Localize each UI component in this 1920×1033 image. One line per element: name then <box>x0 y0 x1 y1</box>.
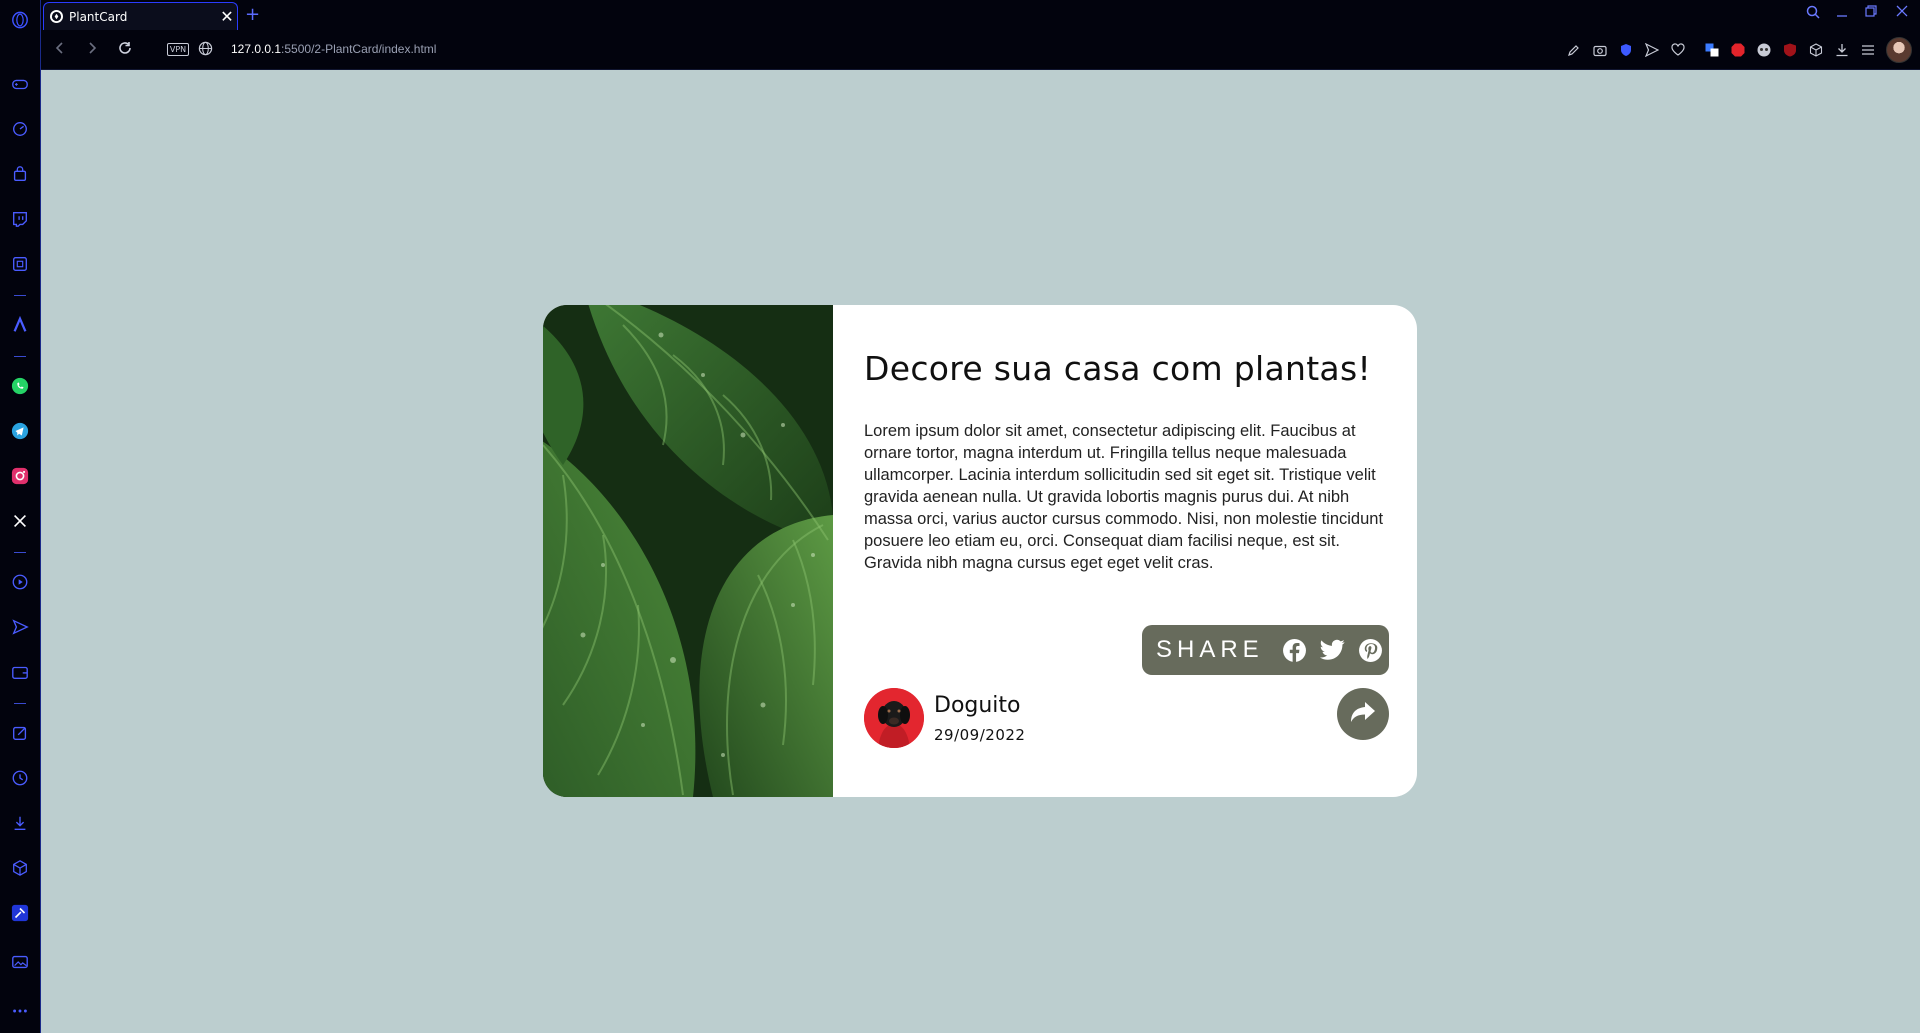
reload-icon[interactable] <box>117 40 133 60</box>
twitter-icon[interactable] <box>1320 637 1346 663</box>
heart-icon[interactable] <box>1670 42 1686 58</box>
profile-avatar[interactable] <box>1886 37 1912 63</box>
easy-setup-icon[interactable] <box>9 902 31 924</box>
site-info-icon[interactable] <box>198 41 213 60</box>
wallet-icon[interactable] <box>9 661 31 683</box>
forward-icon[interactable] <box>85 40 99 60</box>
url-host: 127.0.0.1 <box>231 42 282 56</box>
tab-bar: PlantCard ✕ + <box>41 0 1920 30</box>
back-icon[interactable] <box>53 40 67 60</box>
card-content: Decore sua casa com plantas! Lorem ipsum… <box>833 305 1417 797</box>
url-path: :5500/2-PlantCard/index.html <box>281 42 437 56</box>
edit-icon[interactable] <box>1566 42 1582 58</box>
share-panel: SHARE <box>1142 625 1389 675</box>
share-button[interactable] <box>1337 688 1389 740</box>
tab-title: PlantCard <box>69 9 128 24</box>
opera-logo-icon[interactable] <box>9 9 31 31</box>
plant-card: Decore sua casa com plantas! Lorem ipsum… <box>543 305 1417 797</box>
card-description: Lorem ipsum dolor sit amet, consectetur … <box>864 422 1384 572</box>
pinterest-icon[interactable] <box>1358 637 1384 663</box>
whatsapp-icon[interactable] <box>9 375 31 397</box>
gamepad-icon[interactable] <box>9 73 31 95</box>
facebook-icon[interactable] <box>1282 637 1308 663</box>
speed-dial-icon[interactable] <box>9 118 31 140</box>
share-label: SHARE <box>1156 636 1264 663</box>
browser-sidebar <box>0 0 41 1033</box>
camera-icon[interactable] <box>1592 42 1608 58</box>
author-name: Doguito <box>934 692 1021 718</box>
url-field[interactable]: 127.0.0.1:5500/2-PlantCard/index.html <box>231 42 436 56</box>
card-title: Decore sua casa com plantas! <box>864 349 1371 388</box>
gallery-icon[interactable] <box>9 951 31 973</box>
cube-icon[interactable] <box>1808 42 1824 58</box>
downloads-icon[interactable] <box>9 812 31 834</box>
page-viewport: Decore sua casa com plantas! Lorem ipsum… <box>41 70 1920 1033</box>
history-icon[interactable] <box>9 767 31 789</box>
send-icon[interactable] <box>9 616 31 638</box>
mask-extension-icon[interactable] <box>1756 42 1772 58</box>
extensions-icon[interactable] <box>9 857 31 879</box>
shield-icon[interactable] <box>1618 42 1634 58</box>
author-block: Doguito 29/09/2022 <box>864 688 1025 748</box>
shopping-icon[interactable] <box>9 163 31 185</box>
aria-icon[interactable] <box>9 314 31 336</box>
instagram-icon[interactable] <box>9 465 31 487</box>
search-tabs-icon[interactable] <box>1806 5 1820 23</box>
x-twitter-icon[interactable] <box>9 510 31 532</box>
workspaces-icon[interactable] <box>9 253 31 275</box>
new-tab-button[interactable]: + <box>245 4 260 25</box>
pinboard-icon[interactable] <box>9 722 31 744</box>
close-window-icon[interactable] <box>1896 5 1908 21</box>
telegram-icon[interactable] <box>9 420 31 442</box>
easy-menu-icon[interactable] <box>1860 42 1876 58</box>
minimize-icon[interactable] <box>1836 5 1848 23</box>
player-icon[interactable] <box>9 571 31 593</box>
ublock-icon[interactable] <box>1782 42 1798 58</box>
restore-icon[interactable] <box>1865 5 1877 21</box>
favicon-icon <box>50 10 63 23</box>
twitch-icon[interactable] <box>9 208 31 230</box>
download-icon[interactable] <box>1834 42 1850 58</box>
tab-plantcard[interactable]: PlantCard ✕ <box>43 2 238 30</box>
vpn-badge[interactable]: VPN <box>167 43 189 56</box>
post-date: 29/09/2022 <box>934 725 1026 744</box>
send-flow-icon[interactable] <box>1644 42 1660 58</box>
translate-icon[interactable] <box>1704 42 1720 58</box>
share-arrow-icon <box>1350 701 1376 727</box>
plant-image <box>543 305 833 797</box>
tab-close-button[interactable]: ✕ <box>217 7 237 26</box>
more-icon[interactable] <box>9 1000 31 1022</box>
adblock-icon[interactable] <box>1730 42 1746 58</box>
author-avatar <box>864 688 924 748</box>
address-bar: VPN 127.0.0.1:5500/2-PlantCard/index.htm… <box>41 30 1920 70</box>
